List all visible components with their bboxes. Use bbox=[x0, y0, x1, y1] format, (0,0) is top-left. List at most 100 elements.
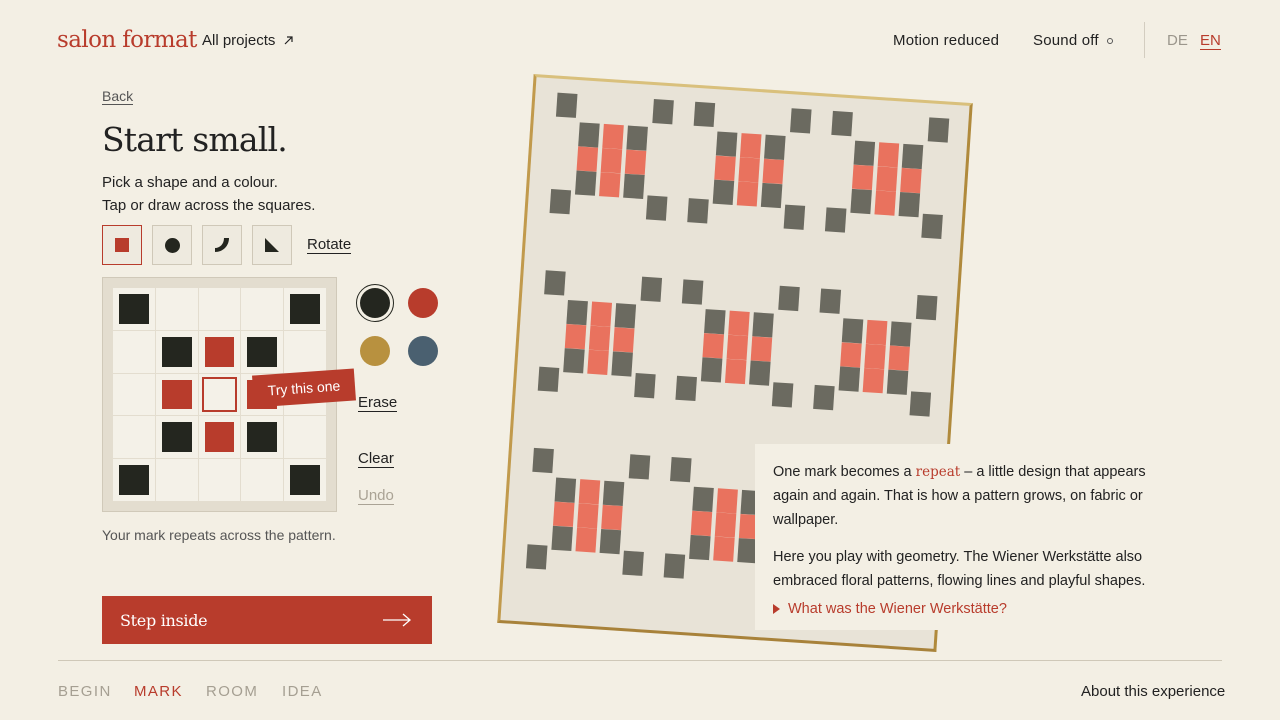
grid-cell[interactable] bbox=[284, 459, 326, 501]
grid-cell[interactable] bbox=[155, 288, 198, 330]
pattern-tile-mark bbox=[626, 125, 648, 151]
grid-cell[interactable] bbox=[198, 459, 241, 501]
pattern-tile-mark bbox=[838, 366, 861, 392]
pattern-tile-mark bbox=[693, 101, 716, 128]
pattern-tile-mark bbox=[915, 294, 938, 321]
all-projects-label: All projects bbox=[202, 32, 276, 49]
grid-cell[interactable] bbox=[113, 459, 155, 501]
pattern-tile-mark bbox=[901, 143, 924, 170]
step-inside-button[interactable]: Step inside bbox=[102, 596, 432, 644]
pattern-tile-mark bbox=[764, 134, 786, 160]
step-begin[interactable]: BEGIN bbox=[58, 683, 112, 700]
grid-cell[interactable] bbox=[155, 459, 198, 501]
grid-cell[interactable] bbox=[198, 416, 241, 459]
cell-mark-black bbox=[247, 336, 278, 367]
grid-cell[interactable] bbox=[284, 330, 326, 373]
pattern-tile-mark bbox=[577, 503, 599, 529]
shape-circle-button[interactable] bbox=[152, 225, 192, 265]
pattern-tile-mark bbox=[909, 391, 932, 417]
pattern-tile-mark bbox=[813, 384, 835, 411]
about-link[interactable]: About this experience bbox=[1081, 683, 1225, 700]
color-black-swatch[interactable] bbox=[356, 284, 394, 322]
grid-cell[interactable] bbox=[198, 288, 241, 330]
pattern-tile-mark bbox=[840, 342, 862, 368]
cell-mark-black bbox=[119, 294, 149, 324]
cell-mark-black bbox=[290, 465, 320, 495]
grid-cell[interactable] bbox=[113, 416, 155, 459]
wiener-werkstatte-disclosure[interactable]: What was the Wiener Werkstätte? bbox=[773, 601, 1147, 617]
header-divider bbox=[1144, 22, 1145, 58]
pattern-tile-mark bbox=[752, 312, 774, 338]
pattern-tile-mark bbox=[645, 195, 668, 221]
lang-de-link[interactable]: DE bbox=[1167, 32, 1188, 49]
pattern-tile-mark bbox=[762, 158, 785, 185]
pattern-tile-mark bbox=[652, 99, 674, 125]
grid-cell[interactable] bbox=[284, 416, 326, 459]
color-black-dot bbox=[360, 288, 390, 318]
lang-en-link[interactable]: EN bbox=[1200, 32, 1221, 50]
pattern-tile-mark bbox=[851, 164, 874, 190]
grid-cell[interactable] bbox=[155, 330, 198, 373]
selected-cell-outline bbox=[201, 376, 238, 413]
pattern-tile-mark bbox=[889, 321, 912, 347]
pattern-tile-mark bbox=[874, 190, 897, 216]
sound-status-icon bbox=[1106, 38, 1113, 45]
grid-cell[interactable] bbox=[284, 288, 326, 330]
grid-cell[interactable] bbox=[113, 288, 155, 330]
back-link[interactable]: Back bbox=[102, 88, 134, 105]
pattern-tile-mark bbox=[578, 479, 601, 505]
pattern-tile-mark bbox=[544, 270, 566, 296]
step-idea[interactable]: IDEA bbox=[282, 683, 323, 700]
step-mark[interactable]: MARK bbox=[134, 683, 183, 700]
pattern-tile-mark bbox=[628, 454, 651, 480]
clear-button[interactable]: Clear bbox=[358, 451, 394, 468]
erase-button[interactable]: Erase bbox=[358, 395, 398, 412]
logo[interactable]: salon format bbox=[57, 27, 197, 53]
color-ochre-swatch[interactable] bbox=[360, 336, 390, 366]
grid-cell[interactable] bbox=[113, 330, 155, 373]
color-slate-swatch[interactable] bbox=[408, 336, 438, 366]
grid-cell[interactable] bbox=[113, 373, 155, 416]
pattern-tile-mark bbox=[563, 348, 585, 374]
pattern-tile-mark bbox=[574, 170, 597, 196]
shape-triangle-button[interactable] bbox=[252, 225, 292, 265]
pattern-tile-mark bbox=[549, 189, 572, 215]
pattern-tile-mark bbox=[841, 318, 864, 344]
pattern-tile-mark bbox=[739, 133, 762, 159]
pattern-tile-mark bbox=[600, 148, 623, 174]
instruction-line-2: Tap or draw across the squares. bbox=[102, 197, 316, 214]
grid-cell[interactable] bbox=[241, 288, 284, 330]
grid-cell[interactable] bbox=[241, 416, 284, 459]
shape-square-button[interactable] bbox=[102, 225, 142, 265]
sound-label: Sound off bbox=[1033, 32, 1099, 49]
rotate-button[interactable]: Rotate bbox=[307, 237, 352, 254]
cell-mark-black bbox=[290, 294, 320, 324]
pattern-tile-mark bbox=[704, 309, 726, 335]
info-paragraph-2: Here you play with geometry. The Wiener … bbox=[773, 549, 1146, 589]
pattern-tile-mark bbox=[831, 110, 853, 137]
color-red-swatch[interactable] bbox=[408, 288, 438, 318]
sound-toggle[interactable]: Sound off bbox=[1033, 32, 1113, 49]
grid-cell[interactable] bbox=[241, 459, 284, 501]
pattern-tile-mark bbox=[614, 303, 637, 329]
pattern-tile-mark bbox=[525, 544, 548, 570]
grid-cell[interactable] bbox=[198, 373, 241, 416]
step-room[interactable]: ROOM bbox=[206, 683, 258, 700]
pattern-tile-mark bbox=[819, 288, 842, 314]
grid-cell[interactable] bbox=[241, 330, 284, 373]
square-icon bbox=[115, 238, 129, 252]
pattern-tile-mark bbox=[724, 358, 747, 385]
cell-mark-black bbox=[247, 422, 278, 453]
undo-button[interactable]: Undo bbox=[358, 488, 394, 505]
grid-cell[interactable] bbox=[155, 373, 198, 416]
pattern-tile-mark bbox=[588, 325, 611, 351]
shape-arc-button[interactable] bbox=[202, 225, 242, 265]
cell-mark-red bbox=[204, 422, 235, 453]
pattern-tile-mark bbox=[623, 173, 645, 199]
all-projects-link[interactable]: All projects bbox=[202, 32, 294, 49]
grid-cell[interactable] bbox=[155, 416, 198, 459]
cell-mark-black bbox=[161, 422, 192, 453]
pattern-tile-mark bbox=[576, 146, 599, 172]
motion-toggle[interactable]: Motion reduced bbox=[893, 32, 999, 49]
grid-cell[interactable] bbox=[198, 330, 241, 373]
